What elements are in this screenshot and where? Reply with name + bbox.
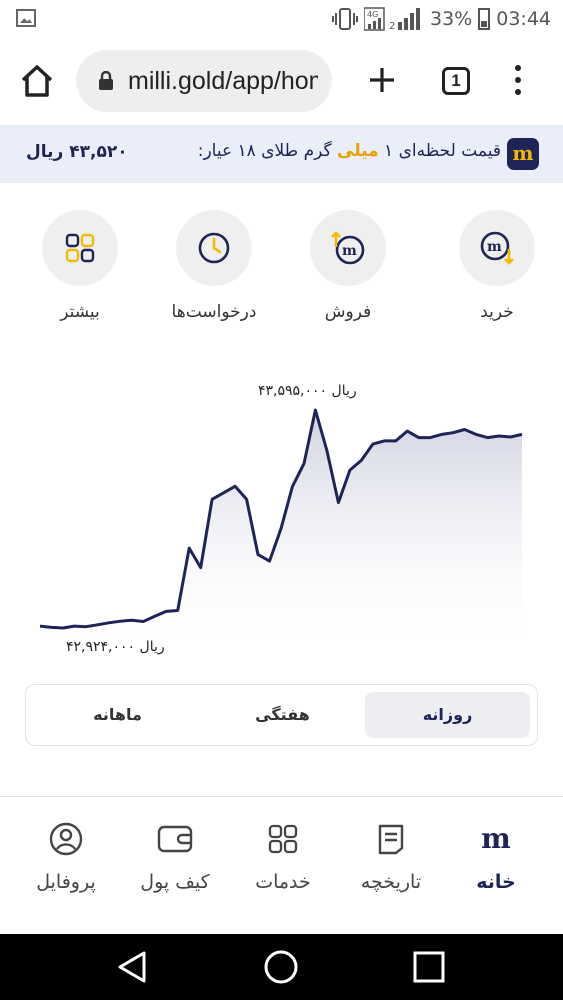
home-icon[interactable] bbox=[18, 62, 56, 100]
grid-icon bbox=[65, 233, 95, 263]
bottom-nav: m خانه تاریخچه خدمات کیف پول پروفایل bbox=[0, 796, 563, 934]
tabs-icon[interactable]: 1 bbox=[442, 67, 470, 95]
action-more-circle[interactable] bbox=[42, 210, 118, 286]
price-value: ۴۳,۵۲۰ ریال bbox=[26, 142, 128, 162]
tab-daily[interactable]: روزانه bbox=[365, 692, 530, 738]
milli-logo-icon: m bbox=[481, 822, 511, 855]
url-bar[interactable]: milli.gold/app/home bbox=[76, 50, 332, 112]
action-requests[interactable]: درخواست‌ها bbox=[149, 210, 279, 322]
action-sell-label: فروش bbox=[324, 302, 372, 322]
action-more[interactable]: بیشتر bbox=[15, 210, 145, 322]
price-label-prefix: قیمت لحظه‌ای ۱ bbox=[384, 141, 501, 161]
price-label-highlight: میلی bbox=[337, 141, 379, 161]
nav-services-label: خدمات bbox=[255, 871, 311, 893]
nav-wallet[interactable]: کیف پول bbox=[120, 821, 230, 893]
period-tabs: روزانه هفتگی ماهانه bbox=[25, 684, 538, 746]
nav-history[interactable]: تاریخچه bbox=[336, 821, 446, 893]
battery-icon bbox=[478, 8, 491, 30]
nav-home-label: خانه bbox=[476, 871, 516, 893]
action-buy-circle[interactable]: m bbox=[459, 210, 535, 286]
nav-history-label: تاریخچه bbox=[360, 871, 422, 893]
action-sell-circle[interactable]: m bbox=[310, 210, 386, 286]
nav-services[interactable]: خدمات bbox=[228, 821, 338, 893]
menu-icon[interactable] bbox=[510, 62, 526, 98]
action-more-label: بیشتر bbox=[60, 302, 100, 322]
price-chart: ۴۳,۵۹۵,۰۰۰ ریال ۴۲,۹۲۴,۰۰۰ ریال bbox=[0, 360, 563, 670]
tab-monthly[interactable]: ماهانه bbox=[35, 692, 200, 738]
status-bar: 4G 2 33% 03:44 bbox=[0, 0, 563, 38]
status-right: 4G 2 33% 03:44 bbox=[332, 6, 551, 32]
clock-time: 03:44 bbox=[496, 8, 551, 30]
svg-text:2: 2 bbox=[389, 21, 395, 32]
services-grid-icon bbox=[268, 824, 298, 854]
price-chart-svg: ۴۳,۵۹۵,۰۰۰ ریال ۴۲,۹۲۴,۰۰۰ ریال bbox=[39, 383, 523, 660]
action-sell[interactable]: m فروش bbox=[283, 210, 413, 322]
url-text[interactable]: milli.gold/app/home bbox=[128, 67, 318, 96]
gallery-icon bbox=[16, 9, 36, 27]
nav-profile-label: پروفایل bbox=[36, 871, 96, 893]
history-icon bbox=[378, 824, 404, 855]
profile-icon bbox=[49, 822, 83, 856]
svg-text:m: m bbox=[342, 243, 357, 259]
svg-text:m: m bbox=[487, 239, 502, 255]
milli-logo-badge: m bbox=[507, 138, 539, 170]
nav-wallet-label: کیف پول bbox=[140, 871, 210, 893]
recents-icon[interactable] bbox=[412, 950, 446, 984]
network-label: 4G bbox=[367, 10, 378, 19]
price-label-suffix: گرم طلای ۱۸ عیار: bbox=[197, 141, 332, 161]
price-banner: ۴۳,۵۲۰ ریال قیمت لحظه‌ای ۱ میلی گرم طلای… bbox=[0, 125, 563, 183]
action-requests-circle[interactable] bbox=[176, 210, 252, 286]
back-icon[interactable] bbox=[114, 949, 150, 985]
vibrate-icon bbox=[332, 8, 358, 30]
browser-toolbar: milli.gold/app/home 1 bbox=[0, 40, 563, 124]
android-nav-bar bbox=[0, 934, 563, 1000]
home-circle-icon[interactable] bbox=[263, 949, 299, 985]
plus-icon[interactable] bbox=[364, 62, 400, 98]
price-label: قیمت لحظه‌ای ۱ میلی گرم طلای ۱۸ عیار: bbox=[198, 141, 501, 161]
nav-profile[interactable]: پروفایل bbox=[11, 821, 121, 893]
chart-min-label: ۴۲,۹۲۴,۰۰۰ ریال bbox=[66, 639, 165, 655]
buy-coin-icon: m bbox=[480, 231, 514, 265]
battery-percent: 33% bbox=[430, 8, 473, 30]
action-buy-label: خرید bbox=[480, 302, 514, 322]
sell-coin-icon: m bbox=[331, 231, 365, 265]
tab-weekly[interactable]: هفتگی bbox=[200, 692, 365, 738]
nav-home[interactable]: m خانه bbox=[441, 821, 551, 894]
chart-max-label: ۴۳,۵۹۵,۰۰۰ ریال bbox=[258, 383, 357, 399]
quick-actions: m خرید m فروش درخواست‌ها bbox=[0, 210, 563, 340]
lock-icon bbox=[99, 71, 113, 90]
clock-icon bbox=[198, 232, 230, 264]
wallet-icon bbox=[157, 825, 193, 853]
signal-icon: 4G 2 bbox=[364, 7, 420, 32]
action-buy[interactable]: m خرید bbox=[432, 210, 562, 322]
action-requests-label: درخواست‌ها bbox=[171, 302, 257, 322]
